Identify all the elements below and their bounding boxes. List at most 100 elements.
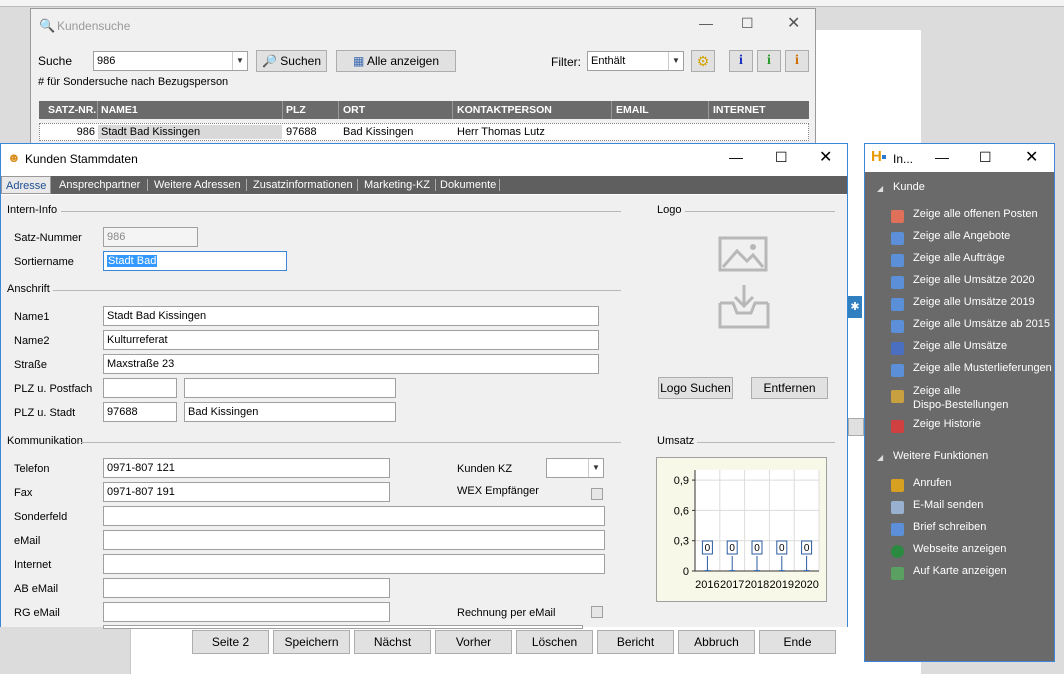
telefon-field[interactable]: 0971-807 121	[103, 458, 390, 478]
wex-label: WEX Empfänger	[457, 485, 539, 497]
section-kunde[interactable]: Kunde	[893, 181, 925, 193]
maximize-button[interactable]: ☐	[741, 15, 754, 32]
bericht-button[interactable]: Bericht	[597, 630, 674, 654]
letter-icon	[891, 523, 904, 536]
suche-input[interactable]: 986 ▼	[93, 51, 248, 71]
tab-adresse[interactable]: Adresse	[1, 176, 52, 194]
naechst-button[interactable]: Nächst	[354, 630, 431, 654]
logo-suchen-button[interactable]: Logo Suchen	[658, 377, 733, 399]
maximize-button[interactable]: ☐	[979, 149, 992, 166]
link-webseite-anzeigen[interactable]: Webseite anzeigen	[913, 543, 1006, 555]
link-umsaetze-ab-2015[interactable]: Zeige alle Umsätze ab 2015	[913, 318, 1050, 330]
link-auftraege[interactable]: Zeige alle Aufträge	[913, 252, 1005, 264]
rechnung-email-label: Rechnung per eMail	[457, 607, 556, 619]
link-auf-karte[interactable]: Auf Karte anzeigen	[913, 565, 1007, 577]
tab-ansprechpartner[interactable]: Ansprechpartner	[55, 176, 144, 194]
section-weitere-funktionen[interactable]: Weitere Funktionen	[893, 450, 988, 462]
link-anrufen[interactable]: Anrufen	[913, 477, 952, 489]
fax-field[interactable]: 0971-807 191	[103, 482, 390, 502]
strasse-field[interactable]: Maxstraße 23	[103, 354, 599, 374]
col-internet[interactable]: INTERNET	[713, 104, 766, 116]
col-kontaktperson[interactable]: KONTAKTPERSON	[457, 104, 552, 116]
entfernen-button[interactable]: Entfernen	[751, 377, 828, 399]
tab-zusatzinformationen[interactable]: Zusatzinformationen	[249, 176, 357, 194]
info-orange-icon[interactable]: i	[785, 50, 809, 72]
col-email[interactable]: EMAIL	[616, 104, 649, 116]
name1-label: Name1	[14, 311, 50, 323]
ab-email-label: AB eMail	[14, 583, 59, 595]
chevron-down-icon[interactable]: ▼	[668, 52, 683, 70]
link-umsaetze[interactable]: Zeige alle Umsätze	[913, 340, 1007, 352]
collapse-weitere-icon[interactable]: ◢	[877, 453, 883, 462]
cell-name1: Stadt Bad Kissingen	[98, 125, 282, 139]
link-umsaetze-2020[interactable]: Zeige alle Umsätze 2020	[913, 274, 1035, 286]
info-blue-icon[interactable]: i	[729, 50, 753, 72]
close-button[interactable]: ✕	[819, 147, 832, 167]
window-title: Kunden Stammdaten	[25, 152, 138, 166]
tab-marketing-kz[interactable]: Marketing-KZ	[360, 176, 434, 194]
loeschen-button[interactable]: Löschen	[516, 630, 593, 654]
list-icon: ▦	[352, 54, 365, 68]
link-musterlieferungen[interactable]: Zeige alle Musterlieferungen	[913, 362, 1052, 374]
link-historie[interactable]: Zeige Historie	[913, 418, 981, 430]
cell-plz: 97688	[286, 126, 317, 138]
tab-dokumente[interactable]: Dokumente	[436, 176, 500, 194]
name1-field[interactable]: Stadt Bad Kissingen	[103, 306, 599, 326]
table-row[interactable]: 986 Stadt Bad Kissingen 97688 Bad Kissin…	[39, 123, 809, 141]
chevron-down-icon[interactable]: ▼	[588, 459, 603, 477]
ab-email-field[interactable]	[103, 578, 390, 598]
seite-2-button[interactable]: Seite 2	[192, 630, 269, 654]
map-icon	[891, 567, 904, 580]
internet-field[interactable]	[103, 554, 605, 574]
next-field-partial[interactable]	[103, 625, 583, 629]
email-field[interactable]	[103, 530, 605, 550]
postfach-field[interactable]	[184, 378, 396, 398]
envelope-icon	[891, 501, 904, 514]
tab-weitere-adressen[interactable]: Weitere Adressen	[150, 176, 245, 194]
email-label: eMail	[14, 535, 41, 547]
col-satz-nr[interactable]: SATZ-NR.	[48, 104, 96, 116]
hidden-window-button[interactable]: ✱	[848, 296, 862, 318]
name2-field[interactable]: Kulturreferat	[103, 330, 599, 350]
rechnung-email-checkbox[interactable]	[591, 606, 603, 618]
vorher-button[interactable]: Vorher	[435, 630, 512, 654]
collapse-kunde-icon[interactable]: ◢	[877, 184, 883, 193]
close-button[interactable]: ✕	[1025, 147, 1038, 167]
abbruch-button[interactable]: Abbruch	[678, 630, 755, 654]
maximize-button[interactable]: ☐	[775, 149, 788, 166]
kundensuche-window: 🔍 Kundensuche — ☐ ✕ Suche 986 ▼ 🔎 Suchen…	[30, 8, 816, 158]
link-dispo-bestellungen[interactable]: Zeige alle Dispo-Bestellungen	[913, 384, 1008, 412]
ende-button[interactable]: Ende	[759, 630, 836, 654]
plz-field[interactable]: 97688	[103, 402, 177, 422]
link-offene-posten[interactable]: Zeige alle offenen Posten	[913, 208, 1038, 220]
col-name1[interactable]: NAME1	[101, 104, 138, 116]
link-email-senden[interactable]: E-Mail senden	[913, 499, 983, 511]
plz-postfach-plz-field[interactable]	[103, 378, 177, 398]
suchen-label: Suchen	[280, 54, 321, 68]
minimize-button[interactable]: —	[729, 149, 743, 165]
wex-checkbox[interactable]	[591, 488, 603, 500]
suchen-button[interactable]: 🔎 Suchen	[256, 50, 327, 72]
rg-email-field[interactable]	[103, 602, 390, 622]
link-brief-schreiben[interactable]: Brief schreiben	[913, 521, 986, 533]
kunden-kz-select[interactable]: ▼	[546, 458, 604, 478]
col-ort[interactable]: ORT	[343, 104, 365, 116]
plz-stadt-label: PLZ u. Stadt	[14, 407, 76, 419]
data-label: 0	[779, 543, 785, 554]
sortiername-field[interactable]: Stadt Bad	[103, 251, 287, 271]
link-angebote[interactable]: Zeige alle Angebote	[913, 230, 1010, 242]
col-plz[interactable]: PLZ	[286, 104, 306, 116]
search-icon: 🔍	[39, 18, 56, 33]
sonderfeld-field[interactable]	[103, 506, 605, 526]
info-green-icon[interactable]: i	[757, 50, 781, 72]
speichern-button[interactable]: Speichern	[273, 630, 350, 654]
minimize-button[interactable]: —	[935, 149, 949, 165]
minimize-button[interactable]: —	[699, 15, 713, 31]
settings-gear-icon[interactable]: ⚙	[691, 50, 715, 72]
filter-select[interactable]: Enthält ▼	[587, 51, 684, 71]
stadt-field[interactable]: Bad Kissingen	[184, 402, 396, 422]
close-button[interactable]: ✕	[787, 13, 800, 33]
link-umsaetze-2019[interactable]: Zeige alle Umsätze 2019	[913, 296, 1035, 308]
chevron-down-icon[interactable]: ▼	[232, 52, 247, 70]
alle-anzeigen-button[interactable]: ▦ Alle anzeigen	[336, 50, 456, 72]
